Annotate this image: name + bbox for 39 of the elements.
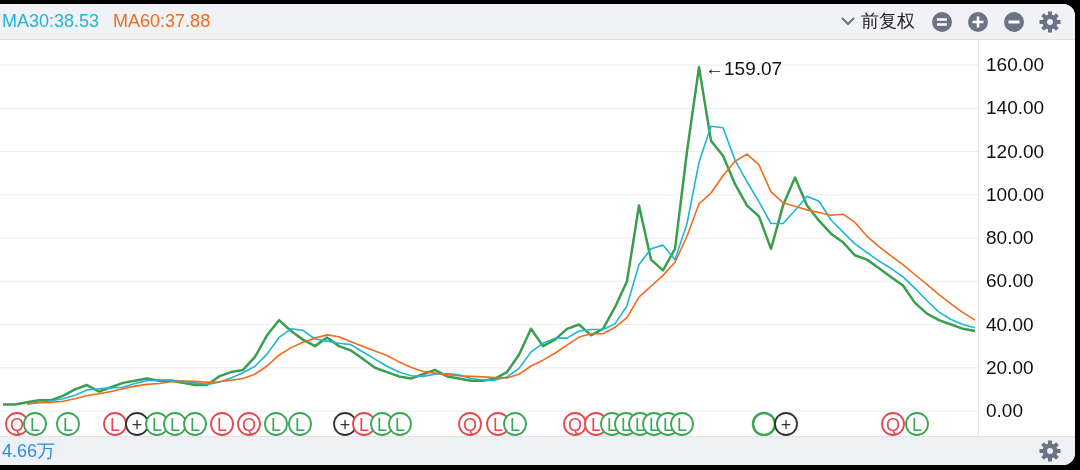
settings-icon[interactable] [1039, 10, 1061, 33]
y-axis-label: 80.00 [986, 227, 1034, 249]
y-axis-label: 160.00 [986, 54, 1045, 76]
volume-label: 4.66万 [2, 439, 56, 463]
event-marker[interactable]: L [103, 412, 127, 436]
equals-circle-icon[interactable] [931, 10, 953, 33]
event-marker[interactable]: L [23, 412, 47, 436]
adjustment-dropdown[interactable]: 前复权 [841, 8, 915, 35]
event-marker[interactable]: L [503, 412, 527, 436]
y-axis-label: 140.00 [986, 97, 1045, 120]
event-marker[interactable]: Q [563, 412, 587, 436]
settings-icon[interactable] [1039, 440, 1061, 462]
event-marker[interactable] [751, 411, 777, 436]
zoom-in-icon[interactable] [967, 10, 989, 33]
event-marker[interactable]: + [125, 412, 149, 436]
event-marker[interactable]: L [210, 412, 234, 436]
event-marker[interactable]: L [163, 412, 187, 436]
chevron-down-icon [841, 17, 855, 26]
event-marker[interactable]: L [264, 412, 288, 436]
event-marker[interactable]: L [56, 412, 80, 436]
y-axis-label: 120.00 [986, 140, 1045, 163]
y-axis-label: 40.00 [986, 313, 1034, 336]
moving-average-legend: MA30:38.53 [2, 8, 100, 35]
event-marker[interactable]: + [774, 412, 798, 436]
y-axis-label: 100.00 [986, 183, 1045, 206]
y-axis-label: 20.00 [986, 356, 1034, 379]
event-marker[interactable]: Q [237, 412, 261, 436]
y-axis-label: 60.00 [986, 270, 1034, 293]
event-marker[interactable]: L [388, 412, 412, 436]
event-marker[interactable]: Q [881, 412, 905, 436]
peak-price-label: ←159.07 [705, 58, 783, 80]
event-marker[interactable]: Q [458, 412, 482, 436]
moving-average-legend: MA60:37.88 [113, 8, 211, 35]
event-marker[interactable]: L [905, 412, 929, 436]
event-marker[interactable]: L [183, 412, 207, 436]
zoom-out-icon[interactable] [1003, 10, 1025, 33]
y-axis-label: 0.00 [986, 400, 1023, 422]
event-marker[interactable]: L [288, 412, 312, 436]
event-marker[interactable]: + [333, 412, 357, 436]
